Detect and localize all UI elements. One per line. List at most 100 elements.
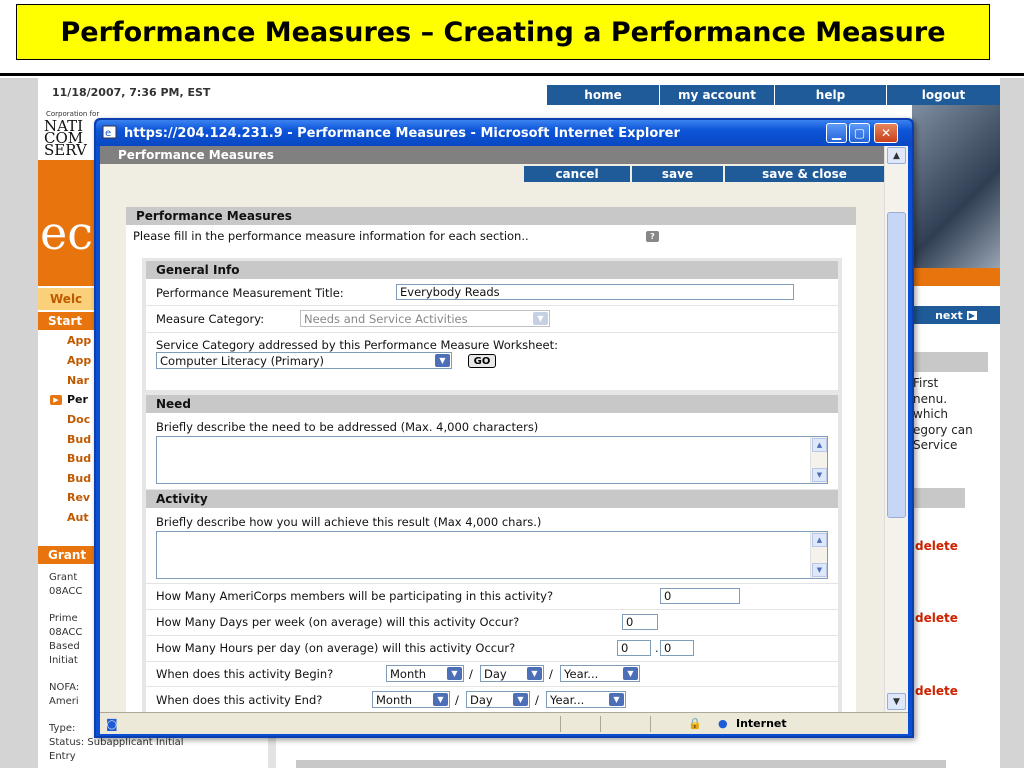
popup-scrollbar[interactable]: ▲ ▼ (884, 146, 908, 712)
grant-line-2: 08ACC (49, 586, 83, 597)
begin-month-select[interactable]: Month ▼ (386, 665, 464, 682)
left-gutter (0, 78, 38, 768)
nav-my-account[interactable]: my account (659, 85, 774, 105)
right-text-5: Service (913, 438, 958, 452)
header-photo (912, 105, 1000, 270)
end-day-select[interactable]: Day ▼ (466, 691, 530, 708)
need-label: Briefly describe the need to be addresse… (156, 420, 539, 434)
page-done-icon: ◙ (106, 716, 118, 731)
nav-help[interactable]: help (774, 85, 886, 105)
chevron-down-icon: ▼ (527, 667, 542, 680)
pm-section-title: Performance Measures (126, 207, 856, 225)
hours-input[interactable]: 0 (617, 640, 651, 656)
category-select[interactable]: Needs and Service Activities ▼ (300, 310, 550, 327)
close-button[interactable]: ✕ (874, 123, 898, 143)
begin-day-select[interactable]: Day ▼ (480, 665, 544, 682)
slide-title: Performance Measures – Creating a Perfor… (16, 4, 990, 60)
start-header: Start (38, 312, 100, 330)
end-day-value: Day (470, 692, 493, 707)
right-text-1: First (913, 376, 939, 390)
cancel-button[interactable]: cancel (522, 166, 630, 182)
delete-link-1[interactable]: delete (915, 539, 958, 553)
side-item-1[interactable]: App (67, 334, 91, 347)
help-icon[interactable]: ? (646, 231, 659, 242)
service-category-label: Service Category addressed by this Perfo… (156, 338, 558, 352)
status-divider (650, 716, 651, 732)
pm-title-value: Everybody Reads (400, 285, 500, 299)
chevron-down-icon[interactable]: ▼ (812, 563, 827, 577)
side-item-8[interactable]: Bud (67, 472, 91, 485)
side-item-10[interactable]: Aut (67, 511, 89, 524)
activity-textarea-scrollbar[interactable]: ▲ ▼ (810, 532, 827, 578)
end-label: When does this activity End? (156, 693, 323, 707)
scrollbar-thumb[interactable] (887, 212, 906, 518)
status-bar: ◙ 🔒 ● Internet (100, 712, 908, 734)
chevron-down-icon[interactable]: ▼ (812, 468, 827, 482)
prime-line-2: 08ACC (49, 627, 83, 638)
need-textarea[interactable]: ▲ ▼ (156, 436, 828, 484)
days-input[interactable]: 0 (622, 614, 658, 630)
popup-content: Performance Measures cancel save save & … (100, 146, 908, 712)
pm-title-input[interactable]: Everybody Reads (396, 284, 794, 300)
zone-label: Internet (736, 717, 787, 730)
ie-page-icon: e (102, 124, 118, 140)
hours-fraction-input[interactable]: 0 (660, 640, 694, 656)
popup-title-text: https://204.124.231.9 - Performance Meas… (124, 125, 680, 141)
pm-title-label: Performance Measurement Title: (156, 286, 344, 300)
side-item-3[interactable]: Nar (67, 374, 89, 387)
service-category-select[interactable]: Computer Literacy (Primary) ▼ (156, 352, 452, 369)
save-button[interactable]: save (630, 166, 723, 182)
end-year-select[interactable]: Year... ▼ (546, 691, 626, 708)
side-item-4-current[interactable]: Per (67, 393, 88, 406)
category-value: Needs and Service Activities (304, 311, 468, 326)
begin-label: When does this activity Begin? (156, 667, 334, 681)
current-arrow-icon: ▶ (50, 395, 62, 405)
members-input[interactable]: 0 (660, 588, 740, 604)
scroll-down-icon[interactable]: ▼ (887, 693, 906, 710)
delete-link-2[interactable]: delete (915, 611, 958, 625)
bg-right-bar-2 (912, 488, 965, 508)
chevron-up-icon[interactable]: ▲ (812, 533, 827, 547)
side-item-5[interactable]: Doc (67, 413, 90, 426)
members-label: How Many AmeriCorps members will be part… (156, 589, 554, 603)
svg-text:e: e (105, 128, 111, 139)
maximize-button[interactable]: ▢ (849, 123, 870, 143)
end-month-select[interactable]: Month ▼ (372, 691, 450, 708)
right-text-4: egory can (913, 422, 973, 437)
bg-bottom-bar (296, 760, 946, 768)
need-title: Need (146, 395, 838, 413)
maximize-icon: ▢ (853, 126, 866, 140)
side-item-9[interactable]: Rev (67, 491, 90, 504)
next-button[interactable]: next ▶ (912, 306, 1000, 324)
scroll-up-icon[interactable]: ▲ (887, 147, 906, 164)
end-year-value: Year... (550, 692, 585, 707)
intro-text: Please fill in the performance measure i… (133, 229, 529, 243)
activity-textarea[interactable]: ▲ ▼ (156, 531, 828, 579)
globe-icon: ● (718, 717, 728, 730)
side-item-2[interactable]: App (67, 354, 91, 367)
nofa-line-1: NOFA: (49, 682, 80, 693)
popup-titlebar[interactable]: https://204.124.231.9 - Performance Meas… (96, 120, 912, 146)
end-month-value: Month (376, 692, 413, 707)
status-divider (560, 716, 561, 732)
right-text-3: which (913, 407, 948, 421)
nav-logout[interactable]: logout (886, 85, 1000, 105)
chevron-up-icon[interactable]: ▲ (812, 438, 827, 452)
row-divider (146, 332, 838, 333)
need-textarea-scrollbar[interactable]: ▲ ▼ (810, 437, 827, 483)
close-icon: ✕ (880, 126, 892, 140)
nav-home[interactable]: home (546, 85, 659, 105)
side-item-6[interactable]: Bud (67, 433, 91, 446)
activity-label: Briefly describe how you will achieve th… (156, 515, 542, 529)
logo-line-3: SERV (44, 141, 87, 159)
save-close-button[interactable]: save & close (723, 166, 884, 182)
prime-line-4: Initiat (49, 655, 78, 666)
begin-year-select[interactable]: Year... ▼ (560, 665, 640, 682)
delete-link-3[interactable]: delete (915, 684, 958, 698)
status-line: Status: Subapplicant Initial (49, 737, 184, 748)
side-item-7[interactable]: Bud (67, 452, 91, 465)
minimize-icon: ▁ (831, 126, 842, 140)
chevron-down-icon: ▼ (447, 667, 462, 680)
go-button[interactable]: GO (468, 354, 496, 368)
minimize-button[interactable]: ▁ (826, 123, 847, 143)
